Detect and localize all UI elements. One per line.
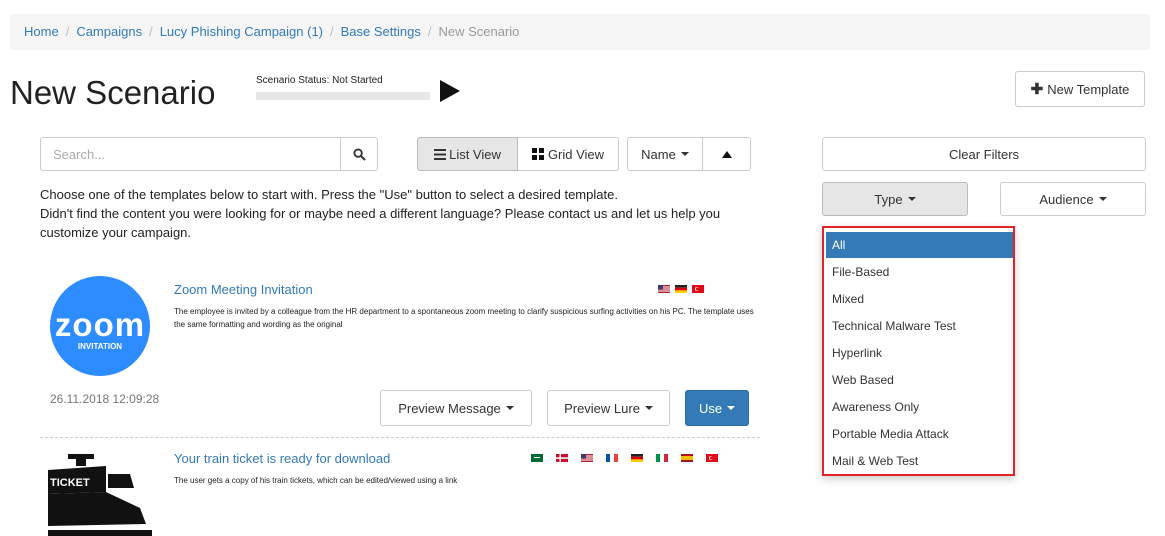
page-title: New Scenario [10, 74, 216, 111]
type-option-awareness-only[interactable]: Awareness Only [826, 394, 1013, 420]
flag-us-icon [581, 454, 593, 462]
audience-filter-dropdown[interactable]: Audience [1000, 182, 1146, 216]
chevron-down-icon [680, 152, 689, 156]
type-option-mail-web-test[interactable]: Mail & Web Test [826, 448, 1013, 474]
template-description: The user gets a copy of his train ticket… [174, 476, 458, 485]
template-divider [40, 437, 760, 438]
breadcrumb: Home / Campaigns / Lucy Phishing Campaign (1… [10, 14, 1150, 50]
status-value: Not Started [332, 75, 383, 86]
chevron-down-icon [1098, 197, 1107, 201]
template-date: 26.11.2018 12:09:28 [50, 392, 160, 406]
preview-message-label: Preview Message [398, 400, 501, 416]
flag-sa-icon [531, 454, 543, 462]
breadcrumb-separator: / [427, 24, 432, 39]
type-filter-label: Type [874, 191, 903, 207]
zoom-logo: zoom INVITATION [50, 276, 150, 376]
grid-view-button[interactable]: Grid View [518, 137, 619, 171]
flag-es-icon [681, 454, 693, 462]
list-view-button[interactable]: List View [417, 137, 518, 171]
intro-line-1: Choose one of the templates below to sta… [40, 187, 618, 202]
zoom-logo-subtext: INVITATION [77, 342, 123, 351]
sort-dropdown[interactable]: Name [627, 137, 703, 171]
flag-fr-icon [606, 454, 618, 462]
zoom-logo-text: zoom [54, 306, 146, 343]
breadcrumb-home[interactable]: Home [24, 24, 59, 39]
language-flags [531, 454, 741, 464]
breadcrumb-campaign[interactable]: Lucy Phishing Campaign (1) [160, 24, 323, 39]
type-dropdown-menu: All File-Based Mixed Technical Malware T… [822, 226, 1015, 476]
use-label: Use [698, 400, 723, 416]
preview-message-button[interactable]: Preview Message [380, 390, 532, 426]
type-option-mixed[interactable]: Mixed [826, 286, 1013, 312]
status-label: Scenario Status: [256, 75, 330, 86]
search-input[interactable] [40, 137, 340, 171]
type-option-all[interactable]: All [826, 232, 1013, 258]
grid-view-label: Grid View [547, 146, 605, 162]
clear-filters-button[interactable]: Clear Filters [822, 137, 1146, 171]
status-progress-bar [256, 92, 430, 100]
grid-icon [531, 148, 544, 160]
use-button[interactable]: Use [685, 390, 749, 426]
scenario-status: Scenario Status: Not Started [256, 75, 430, 86]
chevron-down-icon [727, 406, 736, 410]
clear-filters-label: Clear Filters [948, 146, 1020, 162]
intro-line-2: Didn't find the content you were looking… [40, 206, 721, 240]
breadcrumb-campaigns[interactable]: Campaigns [76, 24, 142, 39]
plus-icon: ✚ [1030, 81, 1044, 98]
flag-tr-icon [692, 285, 704, 293]
sort-direction-button[interactable] [703, 137, 751, 171]
breadcrumb-separator: / [149, 24, 153, 39]
chevron-down-icon [644, 406, 653, 410]
type-option-technical-malware-test[interactable]: Technical Malware Test [826, 313, 1013, 339]
template-title[interactable]: Zoom Meeting Invitation [174, 282, 313, 297]
preview-lure-button[interactable]: Preview Lure [547, 390, 670, 426]
preview-lure-label: Preview Lure [564, 400, 640, 416]
chevron-down-icon [505, 406, 514, 410]
type-option-portable-media-attack[interactable]: Portable Media Attack [826, 421, 1013, 447]
intro-text: Choose one of the templates below to sta… [40, 185, 765, 242]
audience-filter-label: Audience [1039, 191, 1094, 207]
type-filter-dropdown[interactable]: Type [822, 182, 968, 216]
flag-de-icon [675, 285, 687, 293]
flag-dk-icon [556, 454, 568, 462]
train-ticket-logo: TICKET [46, 452, 154, 536]
new-template-button[interactable]: ✚ New Template [1015, 71, 1145, 107]
chevron-down-icon [907, 197, 916, 201]
flag-us-icon [658, 285, 670, 293]
ticket-logo-text: TICKET [50, 477, 90, 489]
breadcrumb-current: New Scenario [438, 24, 520, 39]
search-icon [352, 147, 366, 161]
flag-de-icon [631, 454, 643, 462]
train-icon [48, 454, 152, 536]
template-title[interactable]: Your train ticket is ready for download [174, 451, 390, 466]
search-button[interactable] [340, 137, 378, 171]
play-icon[interactable] [440, 80, 460, 102]
type-option-file-based[interactable]: File-Based [826, 259, 1013, 285]
breadcrumb-separator: / [330, 24, 334, 39]
breadcrumb-separator: / [65, 24, 70, 39]
language-flags [658, 285, 738, 295]
breadcrumb-base-settings[interactable]: Base Settings [341, 24, 421, 39]
triangle-up-icon [721, 150, 732, 158]
flag-it-icon [656, 454, 668, 462]
flag-tr-icon [706, 454, 718, 462]
list-icon [434, 148, 447, 160]
list-view-label: List View [449, 146, 501, 162]
template-description: The employee is invited by a colleague f… [174, 307, 754, 329]
sort-label: Name [641, 146, 676, 162]
new-template-label: New Template [1047, 81, 1130, 97]
type-option-hyperlink[interactable]: Hyperlink [826, 340, 1013, 366]
type-option-web-based[interactable]: Web Based [826, 367, 1013, 393]
